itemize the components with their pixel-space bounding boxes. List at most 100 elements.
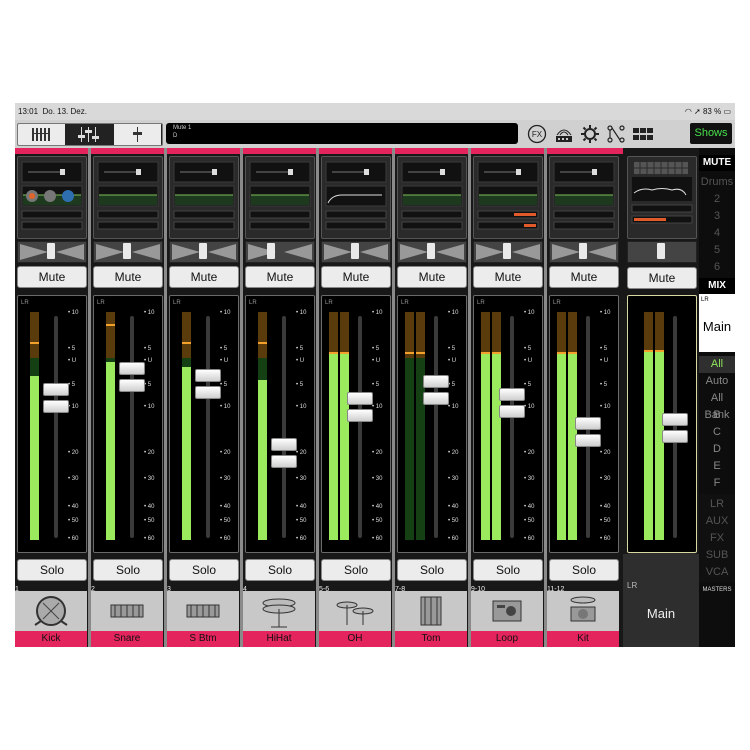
pan-control[interactable] [245,241,315,263]
channel-name[interactable]: S Btm [167,631,239,647]
filters-item[interactable]: B [699,407,735,424]
channel-name[interactable]: Snare [91,631,163,647]
router-icon[interactable] [554,124,574,144]
channel-name[interactable]: Loop [471,631,543,647]
channel-icon-box[interactable] [471,591,543,631]
pan-knob[interactable] [351,243,359,259]
views-item[interactable]: FX [699,530,735,547]
mutegroups-item[interactable]: 6 [699,259,735,276]
pan-knob[interactable] [267,243,275,259]
main-label-area[interactable]: LR Main [623,554,699,647]
channel-icon-box[interactable] [395,591,467,631]
pan-knob[interactable] [123,243,131,259]
solo-button[interactable]: Solo [17,559,87,581]
fader-knob[interactable] [271,438,297,469]
gear-icon[interactable] [580,124,600,144]
eq-thumbnail[interactable] [549,156,619,239]
filters-item[interactable]: All [699,356,735,373]
mutegroups-item[interactable]: 3 [699,208,735,225]
views-item[interactable]: SUB [699,547,735,564]
fader-knob[interactable] [195,369,221,400]
pan-knob[interactable] [579,243,587,259]
fader-knob[interactable] [575,417,601,448]
channel-name[interactable]: Tom [395,631,467,647]
solo-button[interactable]: Solo [245,559,315,581]
mutegroups-item[interactable]: 4 [699,225,735,242]
shows-button[interactable]: Shows [690,123,732,144]
fader-knob[interactable] [43,383,69,414]
pan-knob[interactable] [427,243,435,259]
solo-button[interactable]: Solo [397,559,467,581]
mutegroups-item[interactable]: 2 [699,191,735,208]
mix-selector[interactable]: LR Main [699,294,735,352]
mute-button[interactable]: Mute [93,266,163,288]
channel-icon-box[interactable] [91,591,163,631]
channel-name[interactable]: Kit [547,631,619,647]
fader-knob[interactable] [347,392,373,423]
eq-thumbnail[interactable] [321,156,391,239]
pan-control[interactable] [93,241,163,263]
fader-knob[interactable] [499,388,525,419]
channel-icon-box[interactable] [547,591,619,631]
view-tab-faders[interactable] [66,124,113,145]
filters-item[interactable]: F [699,475,735,492]
fader-knob[interactable] [119,362,145,393]
filters-item[interactable]: D [699,441,735,458]
main-fader-knob[interactable] [662,413,688,444]
layout-icon[interactable] [632,124,654,144]
pan-control[interactable] [397,241,467,263]
filters-item[interactable]: C [699,424,735,441]
pan-control[interactable] [549,241,619,263]
mute-button[interactable]: Mute [321,266,391,288]
mute-button[interactable]: Mute [245,266,315,288]
pan-knob[interactable] [47,243,55,259]
mute-button[interactable]: Mute [17,266,87,288]
filters-item[interactable]: E [699,458,735,475]
channel-name[interactable]: OH [319,631,391,647]
mute-button[interactable]: Mute [397,266,467,288]
eq-thumbnail[interactable] [93,156,163,239]
solo-button[interactable]: Solo [321,559,391,581]
solo-button[interactable]: Solo [473,559,543,581]
solo-button[interactable]: Solo [169,559,239,581]
channel-icon-box[interactable] [319,591,391,631]
pan-knob[interactable] [199,243,207,259]
mutegroups-item[interactable]: Drums [699,174,735,191]
routing-icon[interactable] [606,124,626,144]
channel-icon-box[interactable] [15,591,87,631]
channel-icon-box[interactable] [167,591,239,631]
mute-button[interactable]: Mute [473,266,543,288]
views-item[interactable]: VCA [699,564,735,581]
filters-item[interactable]: Auto [699,373,735,390]
pan-control[interactable] [17,241,87,263]
pan-control[interactable] [169,241,239,263]
main-mute-button[interactable]: Mute [627,267,697,289]
pan-knob[interactable] [503,243,511,259]
mute-button[interactable]: Mute [549,266,619,288]
channel-icon-box[interactable] [243,591,315,631]
views-item[interactable]: LR [699,496,735,513]
eq-thumbnail[interactable] [473,156,543,239]
pan-control[interactable] [321,241,391,263]
fader-knob[interactable] [423,375,449,406]
eq-thumbnail[interactable] [245,156,315,239]
main-balance-knob[interactable] [657,243,665,259]
mute-button[interactable]: Mute [169,266,239,288]
pan-control[interactable] [473,241,543,263]
view-tab-single[interactable] [114,124,161,145]
channel-name[interactable]: HiHat [243,631,315,647]
filters-item[interactable]: All Bank [699,390,735,421]
eq-thumbnail[interactable] [169,156,239,239]
main-eq-thumbnail[interactable] [627,156,697,239]
solo-button[interactable]: Solo [549,559,619,581]
solo-button[interactable]: Solo [93,559,163,581]
channel-name[interactable]: Kick [15,631,87,647]
scene-display[interactable]: Mute 1 D [166,123,518,144]
mutegroups-item[interactable]: 5 [699,242,735,259]
eq-thumbnail[interactable] [397,156,467,239]
view-tab-grid[interactable] [18,124,65,145]
main-balance[interactable] [627,241,697,263]
views-item[interactable]: AUX [699,513,735,530]
fx-icon[interactable]: FX [527,124,547,144]
eq-thumbnail[interactable] [17,156,87,239]
